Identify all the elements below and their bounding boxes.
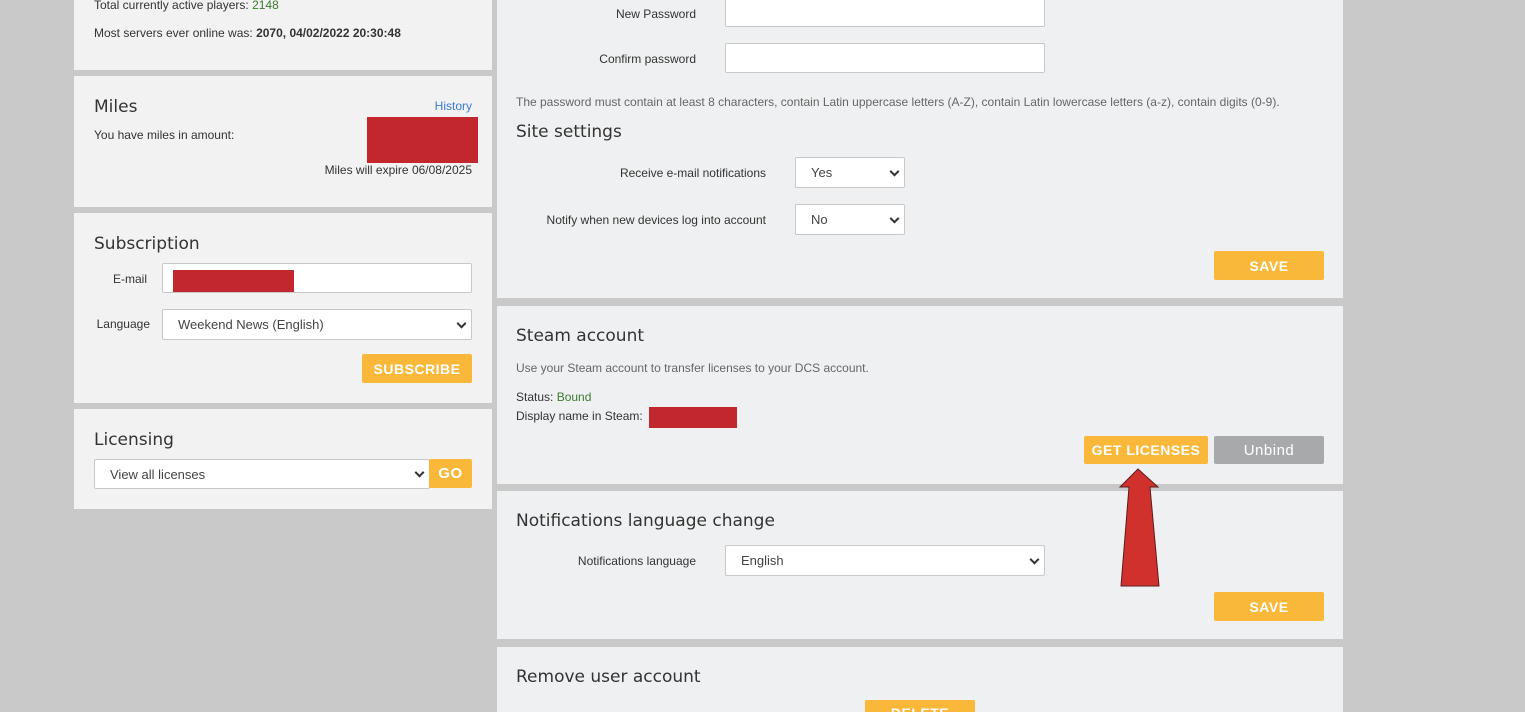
email-redacted [173,270,294,292]
miles-title: Miles [94,97,138,117]
chevron-down-icon [1029,554,1040,565]
email-notifications-select[interactable]: Yes [795,157,905,188]
chevron-down-icon [414,467,425,478]
active-players-value: 2148 [252,0,279,12]
steam-title: Steam account [516,326,645,346]
notifications-language-panel: Notifications language change Notificati… [497,491,1343,639]
most-servers-label: Most servers ever online was: [94,26,253,40]
miles-amount-redacted [367,117,478,163]
licensing-title: Licensing [94,430,174,450]
remove-account-panel: Remove user account DELETE [497,647,1343,712]
go-button[interactable]: GO [429,459,472,488]
notifications-language-select[interactable]: English [725,545,1045,576]
steam-description: Use your Steam account to transfer licen… [516,361,869,375]
notifications-language-title: Notifications language change [516,511,775,531]
annotation-arrow-icon [1118,468,1160,587]
email-notifications-label: Receive e-mail notifications [619,166,766,180]
steam-panel: Steam account Use your Steam account to … [497,306,1343,484]
devices-notify-value: No [811,212,828,227]
steam-status-label: Status: [516,390,554,404]
new-password-label: New Password [615,7,696,21]
subscription-email-label: E-mail [112,272,147,286]
notifications-language-save-button[interactable]: SAVE [1214,592,1324,621]
licensing-select[interactable]: View all licenses [94,459,430,489]
miles-panel: Miles History You have miles in amount: … [74,76,492,207]
settings-panel: New Password Confirm password The passwo… [497,0,1343,298]
miles-expire-label: Miles will expire [324,163,409,177]
confirm-password-input[interactable] [725,43,1045,73]
stats-panel: Total currently active players: 2148 Mos… [74,0,492,70]
subscription-language-value: Weekend News (English) [178,317,324,332]
licensing-select-value: View all licenses [110,466,206,482]
site-settings-save-button[interactable]: SAVE [1214,251,1324,280]
email-notifications-value: Yes [811,165,833,180]
password-hint: The password must contain at least 8 cha… [516,95,1280,109]
steam-status-value: Bound [556,390,592,404]
devices-notify-select[interactable]: No [795,204,905,235]
licensing-panel: Licensing View all licenses GO [74,409,492,509]
subscription-language-select[interactable]: Weekend News (English) [162,309,472,340]
subscribe-button[interactable]: SUBSCRIBE [362,354,472,383]
unbind-button[interactable]: Unbind [1214,436,1324,464]
subscription-title: Subscription [94,234,200,254]
new-password-input[interactable] [725,0,1045,27]
steam-display-name-label: Display name in Steam: [516,409,643,423]
chevron-down-icon [889,166,900,177]
site-settings-title: Site settings [516,122,622,142]
get-licenses-button[interactable]: GET LICENSES [1084,436,1208,464]
subscription-panel: Subscription E-mail Language Weekend New… [74,213,492,403]
subscription-language-label: Language [96,317,150,331]
most-servers-value: 2070, 04/02/2022 20:30:48 [256,26,401,40]
delete-account-button[interactable]: DELETE [865,700,975,712]
steam-display-name-redacted [649,407,737,428]
active-players-label: Total currently active players: [94,0,249,12]
notifications-language-value: English [741,553,784,568]
chevron-down-icon [889,213,900,224]
notifications-language-label: Notifications language [577,554,696,568]
confirm-password-label: Confirm password [599,52,696,66]
remove-account-title: Remove user account [516,667,701,687]
devices-notify-label: Notify when new devices log into account [546,213,766,227]
history-link[interactable]: History [435,99,472,113]
subscription-email-input[interactable] [162,263,472,293]
miles-amount-label: You have miles in amount: [94,128,235,142]
chevron-down-icon [456,318,467,329]
miles-expire-date: 06/08/2025 [411,163,472,177]
